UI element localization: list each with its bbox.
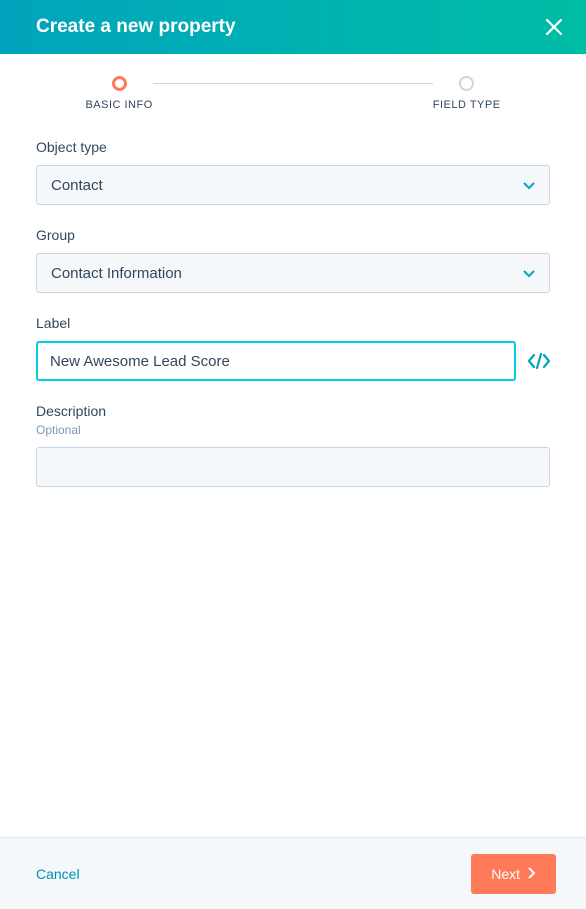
group-select[interactable]: Contact Information — [36, 253, 550, 293]
field-label: Label — [36, 315, 550, 381]
field-group: Group Contact Information — [36, 227, 550, 293]
next-button[interactable]: Next — [471, 854, 556, 894]
description-input[interactable] — [36, 447, 550, 487]
description-label: Description — [36, 403, 550, 419]
chevron-right-icon — [528, 866, 536, 882]
description-sublabel: Optional — [36, 423, 550, 437]
group-label: Group — [36, 227, 550, 243]
form-area: Object type Contact Group Contact Inform… — [0, 129, 586, 837]
step-field-type[interactable]: FIELD TYPE — [433, 76, 501, 111]
step-label: FIELD TYPE — [433, 99, 501, 111]
step-circle-inactive — [459, 76, 474, 91]
modal-footer: Cancel Next — [0, 837, 586, 909]
field-object-type: Object type Contact — [36, 139, 550, 205]
group-value: Contact Information — [51, 265, 182, 282]
step-circle-active — [112, 76, 127, 91]
stepper: BASIC INFO FIELD TYPE — [0, 54, 586, 129]
step-basic-info[interactable]: BASIC INFO — [85, 76, 152, 111]
step-label: BASIC INFO — [85, 99, 152, 111]
close-icon[interactable] — [542, 15, 566, 39]
modal-header: Create a new property — [0, 0, 586, 54]
cancel-button[interactable]: Cancel — [36, 866, 80, 882]
object-type-label: Object type — [36, 139, 550, 155]
label-field-label: Label — [36, 315, 550, 331]
object-type-value: Contact — [51, 177, 103, 194]
step-connector — [153, 83, 433, 84]
modal-title: Create a new property — [36, 16, 236, 38]
next-button-label: Next — [491, 866, 520, 882]
code-icon[interactable] — [528, 353, 550, 369]
object-type-select[interactable]: Contact — [36, 165, 550, 205]
chevron-down-icon — [523, 177, 535, 194]
label-input[interactable] — [36, 341, 516, 381]
field-description: Description Optional — [36, 403, 550, 492]
chevron-down-icon — [523, 265, 535, 282]
